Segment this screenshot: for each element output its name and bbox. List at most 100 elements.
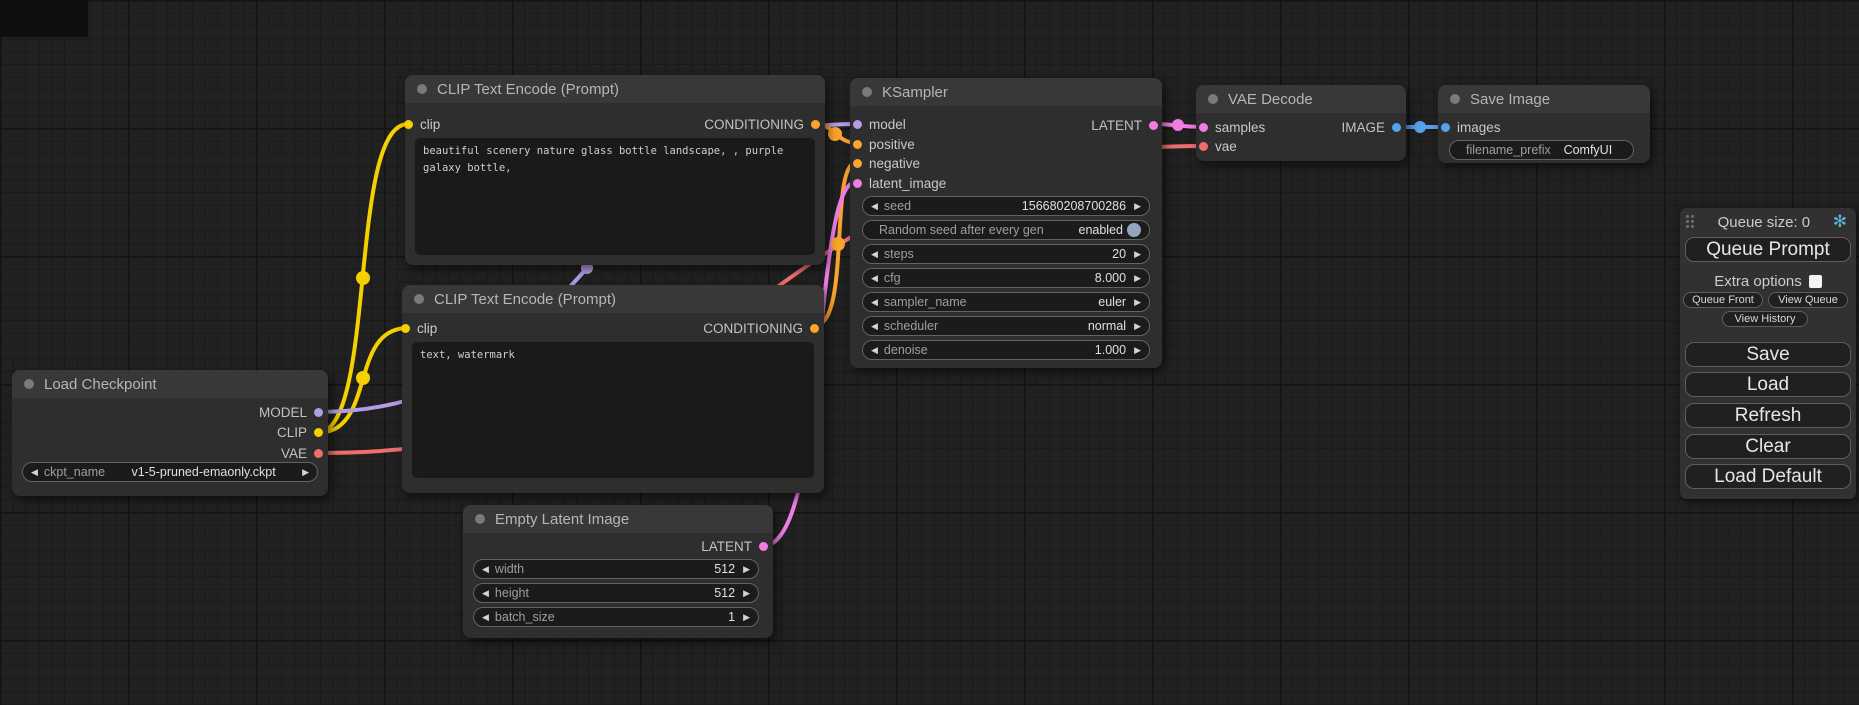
input-slot-images[interactable]: images (1441, 118, 1501, 137)
node-load-checkpoint[interactable]: Load Checkpoint MODEL CLIP VAE ◀ ckpt_na… (12, 370, 328, 496)
image-output-dot[interactable] (1392, 123, 1401, 132)
collapse-dot-icon[interactable] (417, 84, 427, 94)
node-title-bar[interactable]: CLIP Text Encode (Prompt) (405, 75, 825, 103)
increment-arrow-icon[interactable]: ▶ (743, 589, 750, 598)
output-slot-image[interactable]: IMAGE (1341, 120, 1401, 135)
node-title-bar[interactable]: Empty Latent Image (463, 505, 773, 533)
collapse-dot-icon[interactable] (1450, 94, 1460, 104)
node-save-image[interactable]: Save Image images filename_prefix ComfyU… (1438, 85, 1650, 163)
input-slot-negative[interactable]: negative (853, 154, 946, 174)
prompt-textarea[interactable]: beautiful scenery nature glass bottle la… (415, 138, 815, 255)
latent-output-dot[interactable] (759, 542, 768, 551)
input-slot-positive[interactable]: positive (853, 135, 946, 155)
decrement-arrow-icon[interactable]: ◀ (482, 613, 489, 622)
positive-input-dot[interactable] (853, 140, 862, 149)
node-title-bar[interactable]: Load Checkpoint (12, 370, 328, 398)
seed-widget[interactable]: ◀ seed 156680208700286 ▶ (862, 196, 1150, 216)
height-widget[interactable]: ◀ height 512 ▶ (473, 583, 759, 603)
filename-prefix-widget[interactable]: filename_prefix ComfyUI (1449, 140, 1634, 160)
gear-icon[interactable]: ✻ (1833, 212, 1847, 232)
increment-arrow-icon[interactable]: ▶ (1134, 346, 1141, 355)
denoise-widget[interactable]: ◀ denoise 1.000 ▶ (862, 340, 1150, 360)
node-ksampler[interactable]: KSampler model positive negative latent_… (850, 78, 1162, 368)
increment-arrow-icon[interactable]: ▶ (1134, 274, 1141, 283)
extra-options-checkbox[interactable] (1809, 275, 1822, 288)
decrement-arrow-icon[interactable]: ◀ (871, 202, 878, 211)
collapse-dot-icon[interactable] (24, 379, 34, 389)
refresh-button[interactable]: Refresh (1685, 403, 1851, 428)
collapse-dot-icon[interactable] (414, 294, 424, 304)
increment-arrow-icon[interactable]: ▶ (1134, 250, 1141, 259)
increment-arrow-icon[interactable]: ▶ (1134, 322, 1141, 331)
view-queue-button[interactable]: View Queue (1768, 292, 1848, 308)
collapse-dot-icon[interactable] (475, 514, 485, 524)
samples-input-dot[interactable] (1199, 123, 1208, 132)
node-vae-decode[interactable]: VAE Decode samples IMAGE vae (1196, 85, 1406, 161)
latent-image-input-dot[interactable] (853, 179, 862, 188)
cfg-widget[interactable]: ◀ cfg 8.000 ▶ (862, 268, 1150, 288)
input-slot-model[interactable]: model (853, 115, 946, 135)
queue-prompt-button[interactable]: Queue Prompt (1685, 237, 1851, 262)
node-clip-text-encode-positive[interactable]: CLIP Text Encode (Prompt) clip CONDITION… (405, 75, 825, 265)
steps-widget[interactable]: ◀ steps 20 ▶ (862, 244, 1150, 264)
random-seed-widget[interactable]: Random seed after every gen enabled (862, 220, 1150, 240)
decrement-arrow-icon[interactable]: ◀ (871, 322, 878, 331)
collapse-dot-icon[interactable] (1208, 94, 1218, 104)
model-input-dot[interactable] (853, 120, 862, 129)
drag-handle-icon[interactable] (1685, 214, 1695, 230)
input-slot-samples[interactable]: samples (1199, 120, 1265, 135)
sampler-name-widget[interactable]: ◀ sampler_name euler ▶ (862, 292, 1150, 312)
conditioning-output-dot[interactable] (810, 324, 819, 333)
clip-output-dot[interactable] (314, 428, 323, 437)
input-slot-vae[interactable]: vae (1199, 137, 1237, 156)
load-button[interactable]: Load (1685, 372, 1851, 397)
vae-input-dot[interactable] (1199, 142, 1208, 151)
random-seed-toggle[interactable] (1127, 223, 1141, 237)
node-empty-latent-image[interactable]: Empty Latent Image LATENT ◀ width 512 ▶ … (463, 505, 773, 638)
clip-input-dot[interactable] (401, 324, 410, 333)
output-slot-clip[interactable]: CLIP (22, 423, 323, 444)
ckpt-name-widget[interactable]: ◀ ckpt_name v1-5-pruned-emaonly.ckpt ▶ (22, 462, 318, 482)
decrement-arrow-icon[interactable]: ◀ (482, 565, 489, 574)
node-title-bar[interactable]: CLIP Text Encode (Prompt) (402, 285, 824, 313)
node-title-bar[interactable]: Save Image (1438, 85, 1650, 113)
increment-arrow-icon[interactable]: ▶ (743, 613, 750, 622)
output-slot-conditioning[interactable]: CONDITIONING (704, 117, 820, 132)
input-slot-clip[interactable]: clip (402, 321, 437, 336)
increment-arrow-icon[interactable]: ▶ (302, 468, 309, 477)
view-history-button[interactable]: View History (1722, 311, 1808, 327)
conditioning-output-dot[interactable] (811, 120, 820, 129)
decrement-arrow-icon[interactable]: ◀ (871, 298, 878, 307)
decrement-arrow-icon[interactable]: ◀ (871, 250, 878, 259)
output-slot-latent[interactable]: LATENT (701, 537, 768, 555)
negative-input-dot[interactable] (853, 159, 862, 168)
node-title-bar[interactable]: VAE Decode (1196, 85, 1406, 113)
clip-input-dot[interactable] (404, 120, 413, 129)
width-widget[interactable]: ◀ width 512 ▶ (473, 559, 759, 579)
save-button[interactable]: Save (1685, 342, 1851, 367)
decrement-arrow-icon[interactable]: ◀ (871, 274, 878, 283)
node-clip-text-encode-negative[interactable]: CLIP Text Encode (Prompt) clip CONDITION… (402, 285, 824, 493)
output-slot-model[interactable]: MODEL (22, 402, 323, 423)
prompt-textarea[interactable]: text, watermark (412, 342, 814, 478)
increment-arrow-icon[interactable]: ▶ (743, 565, 750, 574)
increment-arrow-icon[interactable]: ▶ (1134, 298, 1141, 307)
node-graph-canvas[interactable]: Load Checkpoint MODEL CLIP VAE ◀ ckpt_na… (0, 0, 1859, 705)
output-slot-conditioning[interactable]: CONDITIONING (703, 321, 819, 336)
input-slot-clip[interactable]: clip (405, 117, 440, 132)
scheduler-widget[interactable]: ◀ scheduler normal ▶ (862, 316, 1150, 336)
output-slot-vae[interactable]: VAE (22, 443, 323, 464)
output-slot-latent[interactable]: LATENT (1091, 116, 1158, 134)
collapse-dot-icon[interactable] (862, 87, 872, 97)
decrement-arrow-icon[interactable]: ◀ (871, 346, 878, 355)
latent-output-dot[interactable] (1149, 121, 1158, 130)
decrement-arrow-icon[interactable]: ◀ (31, 468, 38, 477)
input-slot-latent-image[interactable]: latent_image (853, 174, 946, 194)
node-title-bar[interactable]: KSampler (850, 78, 1162, 106)
batch-size-widget[interactable]: ◀ batch_size 1 ▶ (473, 607, 759, 627)
images-input-dot[interactable] (1441, 123, 1450, 132)
vae-output-dot[interactable] (314, 449, 323, 458)
clear-button[interactable]: Clear (1685, 434, 1851, 459)
queue-front-button[interactable]: Queue Front (1683, 292, 1763, 308)
increment-arrow-icon[interactable]: ▶ (1134, 202, 1141, 211)
